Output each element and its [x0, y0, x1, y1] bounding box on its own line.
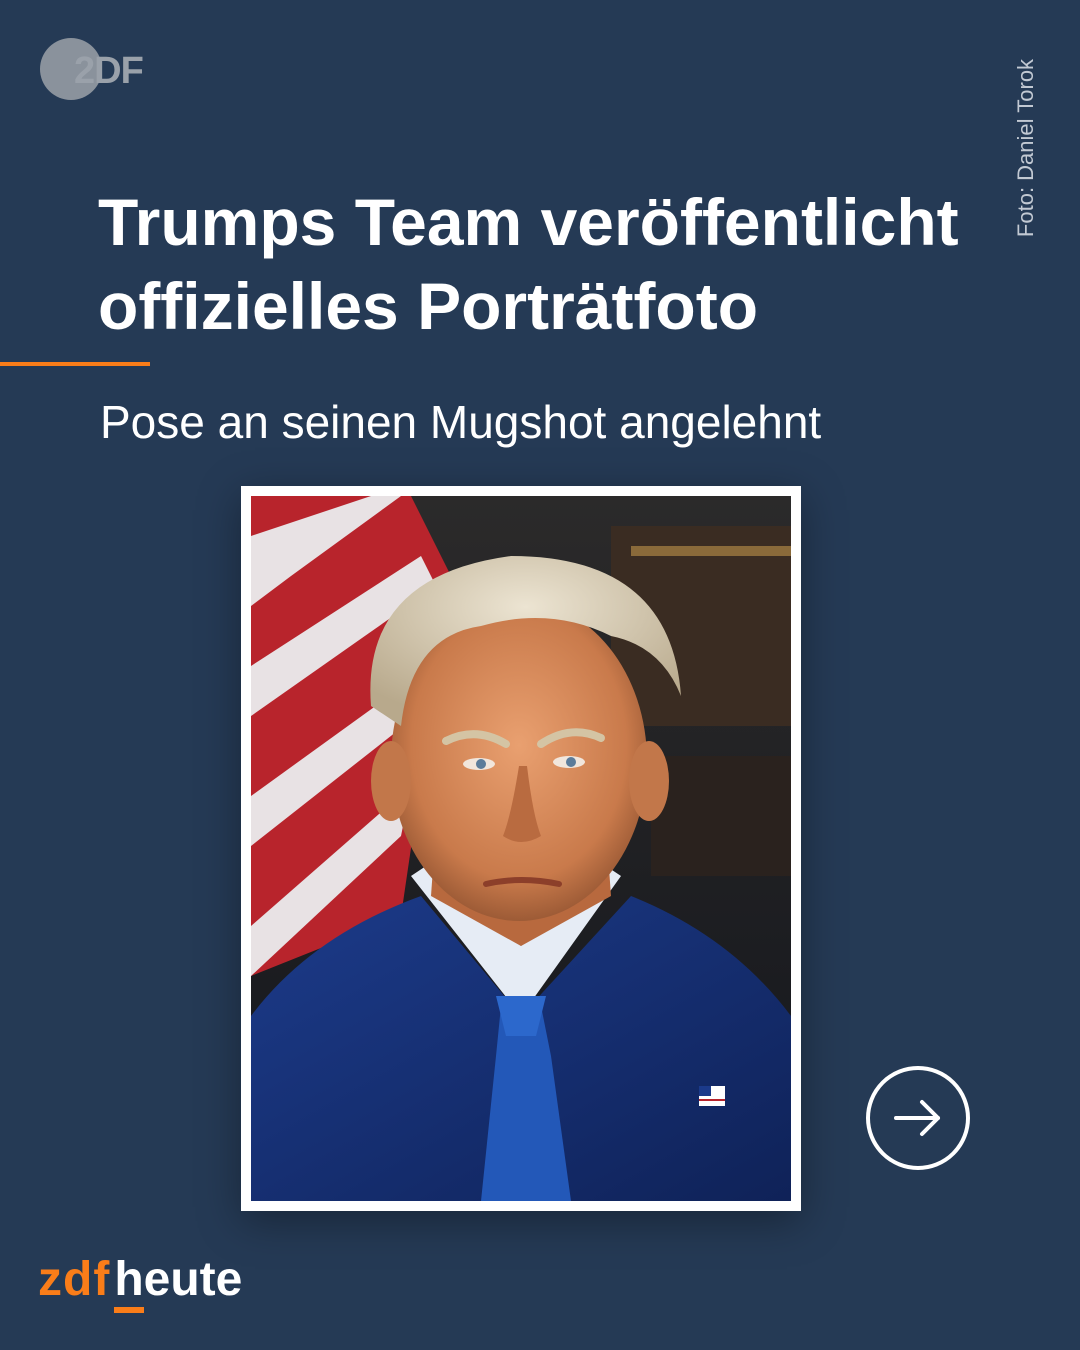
- next-button[interactable]: [866, 1066, 970, 1170]
- brand-underline: [114, 1307, 145, 1313]
- arrow-right-circle-icon: [894, 1100, 940, 1136]
- brand-heute: heute: [114, 1252, 243, 1313]
- headline-line-1: Trumps Team veröffentlicht: [98, 185, 959, 259]
- zdf-logo-text: 2DF: [74, 50, 144, 92]
- brand-zdf: zdf: [38, 1253, 111, 1306]
- brand-heute-text: heute: [114, 1253, 243, 1306]
- portrait-image: [251, 496, 791, 1201]
- zdf-logo: 2DF: [40, 38, 152, 102]
- accent-divider: [0, 362, 150, 366]
- portrait-photo: [241, 486, 801, 1211]
- photo-credit: Foto: Daniel Torok: [1013, 58, 1038, 238]
- headline-line-2: offizielles Porträtfoto: [98, 269, 759, 343]
- subline: Pose an seinen Mugshot angelehnt: [100, 396, 822, 448]
- headline: Trumps Team veröffentlicht offizielles P…: [98, 180, 998, 348]
- zdfheute-logo: zdf heute: [38, 1252, 242, 1316]
